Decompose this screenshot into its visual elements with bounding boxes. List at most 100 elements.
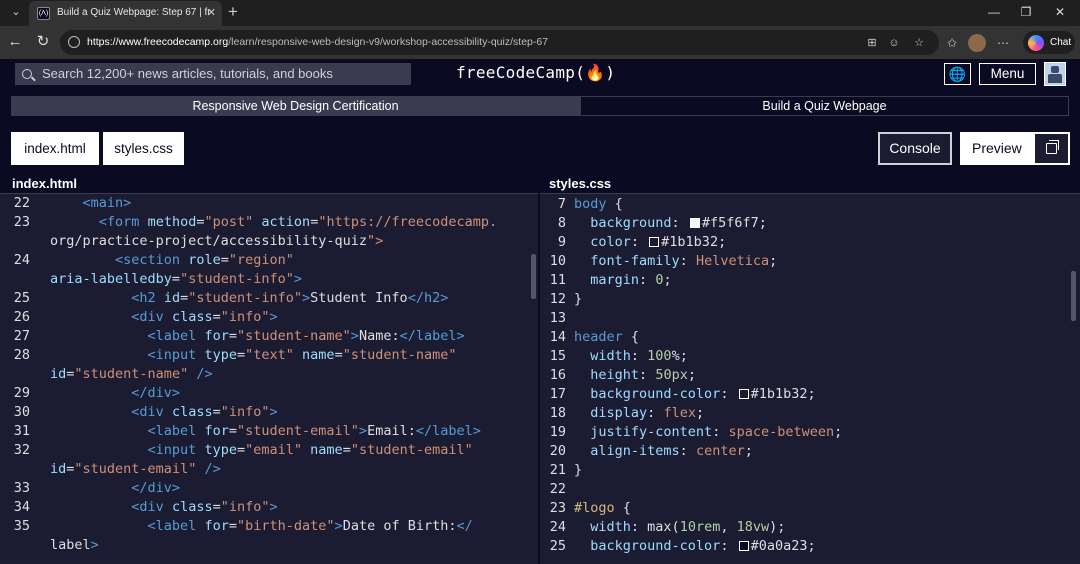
restore-icon[interactable]: ❐ xyxy=(1016,2,1036,22)
css-code-line[interactable]: 7 body { xyxy=(540,195,1080,214)
css-code-line[interactable]: 8 background: #f5f6f7; xyxy=(540,214,1080,233)
fcc-favicon-icon: (Λ) xyxy=(37,7,50,20)
preview-button[interactable]: Preview xyxy=(960,132,1070,165)
css-editor-title: styles.css xyxy=(540,174,1080,194)
close-tab-icon[interactable]: ✕ xyxy=(207,1,216,25)
html-code-line[interactable]: 22 <main> xyxy=(0,194,538,213)
html-code-line[interactable]: 29 </div> xyxy=(0,384,538,403)
color-swatch[interactable] xyxy=(738,541,749,551)
browser-tab-strip: ⌄ (Λ) Build a Quiz Webpage: Step 67 | fr… xyxy=(0,0,1080,26)
line-content: } xyxy=(574,462,583,478)
breadcrumb-certification[interactable]: Responsive Web Design Certification xyxy=(11,96,592,116)
extension-icon[interactable]: ☺ xyxy=(886,35,902,51)
window-close-icon[interactable]: ✕ xyxy=(1050,2,1070,22)
address-bar[interactable]: https://www.freecodecamp.org/learn/respo… xyxy=(60,30,939,55)
menu-button[interactable]: Menu xyxy=(979,63,1036,85)
css-code-line[interactable]: 10 font-family: Helvetica; xyxy=(540,252,1080,271)
line-content: <h2 id="student-info">Student Info</h2> xyxy=(131,290,449,306)
line-content: body { xyxy=(574,196,623,212)
line-number: 17 xyxy=(549,386,566,402)
user-avatar[interactable] xyxy=(1044,62,1066,86)
css-code-line[interactable]: 25 background-color: #0a0a23; xyxy=(540,537,1080,556)
reload-icon[interactable]: ↻ xyxy=(34,33,52,51)
html-code-line[interactable]: org/practice-project/accessibility-quiz"… xyxy=(0,232,538,251)
html-code-line[interactable]: 23 <form method="post" action="https://f… xyxy=(0,213,538,232)
line-content: <div class="info"> xyxy=(131,404,278,420)
file-tab-index-html[interactable]: index.html xyxy=(11,132,99,165)
line-content: width: max(10rem, 18vw); xyxy=(590,519,786,535)
line-content: color: #1b1b32; xyxy=(590,234,727,250)
css-code-line[interactable]: 12} xyxy=(540,290,1080,309)
line-content: justify-content: space-between; xyxy=(590,424,843,440)
favorites-icon[interactable]: ✩ xyxy=(943,34,961,52)
css-code-line[interactable]: 21} xyxy=(540,461,1080,480)
html-code-line[interactable]: 30 <div class="info"> xyxy=(0,403,538,422)
app-available-icon[interactable]: ⊞ xyxy=(864,35,880,51)
browser-tab[interactable]: (Λ) Build a Quiz Webpage: Step 67 | fr ✕ xyxy=(29,1,222,26)
css-editor-scrollbar[interactable] xyxy=(1071,271,1076,321)
html-code[interactable]: 22 <main> 23 <form method="post" action="… xyxy=(0,194,538,555)
line-content: <label for="birth-date">Date of Birth:</ xyxy=(147,518,473,534)
html-code-line[interactable]: 33 </div> xyxy=(0,479,538,498)
back-arrow-icon[interactable]: ← xyxy=(6,33,24,51)
console-button[interactable]: Console xyxy=(878,132,952,165)
html-code-line[interactable]: 24 <section role="region" xyxy=(0,251,538,270)
css-code-line[interactable]: 13 xyxy=(540,309,1080,328)
html-code-line[interactable]: 28 <input type="text" name="student-name… xyxy=(0,346,538,365)
preview-window-icon xyxy=(1035,134,1068,163)
css-code-line[interactable]: 11 margin: 0; xyxy=(540,271,1080,290)
more-icon[interactable]: ⋯ xyxy=(994,34,1012,52)
css-code-line[interactable]: 20 align-items: center; xyxy=(540,442,1080,461)
html-code-line[interactable]: label> xyxy=(0,536,538,555)
html-editor-pane[interactable]: index.html 22 <main> 23 <form method="pos… xyxy=(0,174,538,564)
profile-avatar[interactable] xyxy=(968,34,986,52)
css-code-line[interactable]: 17 background-color: #1b1b32; xyxy=(540,385,1080,404)
css-code-line[interactable]: 9 color: #1b1b32; xyxy=(540,233,1080,252)
color-swatch[interactable] xyxy=(738,389,749,399)
line-content: aria-labelledby="student-info"> xyxy=(50,271,302,287)
css-code-line[interactable]: 23 #logo { xyxy=(540,499,1080,518)
minimize-icon[interactable]: — xyxy=(984,2,1004,22)
html-editor-scrollbar[interactable] xyxy=(531,254,536,299)
search-bar[interactable]: Search 12,200+ news articles, tutorials,… xyxy=(15,63,411,85)
html-code-line[interactable]: 35 <label for="birth-date">Date of Birth… xyxy=(0,517,538,536)
css-editor-pane[interactable]: styles.css 7 body {8 background: #f5f6f7;… xyxy=(540,174,1080,564)
line-content: header { xyxy=(574,329,640,345)
fcc-logo[interactable]: freeCodeCamp(🔥) xyxy=(456,59,615,87)
html-code-line[interactable]: id="student-email" /> xyxy=(0,460,538,479)
line-number: 27 xyxy=(13,328,30,344)
css-code-line[interactable]: 22 xyxy=(540,480,1080,499)
css-code-line[interactable]: 18 display: flex; xyxy=(540,404,1080,423)
html-code-line[interactable]: 31 <label for="student-email">Email:</la… xyxy=(0,422,538,441)
tab-list-chevron-icon[interactable]: ⌄ xyxy=(6,3,26,21)
css-code-line[interactable]: 15 width: 100%; xyxy=(540,347,1080,366)
line-content: </div> xyxy=(131,480,181,496)
html-code-line[interactable]: 27 <label for="student-name">Name:</labe… xyxy=(0,327,538,346)
html-code-line[interactable]: 32 <input type="email" name="student-ema… xyxy=(0,441,538,460)
css-code-line[interactable]: 19 justify-content: space-between; xyxy=(540,423,1080,442)
css-code-line[interactable]: 16 height: 50px; xyxy=(540,366,1080,385)
browser-toolbar: ← ↻ https://www.freecodecamp.org/learn/r… xyxy=(0,26,1080,59)
html-code-line[interactable]: 25 <h2 id="student-info">Student Info</h… xyxy=(0,289,538,308)
color-swatch[interactable] xyxy=(689,218,700,228)
css-code-line[interactable]: 24 width: max(10rem, 18vw); xyxy=(540,518,1080,537)
color-swatch[interactable] xyxy=(649,237,660,247)
language-globe-icon[interactable]: 🌐 xyxy=(944,63,971,85)
breadcrumb-workshop[interactable]: Build a Quiz Webpage xyxy=(580,96,1069,116)
site-info-icon[interactable] xyxy=(68,36,80,48)
search-input[interactable]: Search 12,200+ news articles, tutorials,… xyxy=(42,63,333,85)
html-code-line[interactable]: 26 <div class="info"> xyxy=(0,308,538,327)
line-content: org/practice-project/accessibility-quiz"… xyxy=(50,233,384,249)
css-code[interactable]: 7 body {8 background: #f5f6f7; 9 color: #1… xyxy=(540,194,1080,556)
css-code-line[interactable]: 14 header { xyxy=(540,328,1080,347)
file-tab-styles-css[interactable]: styles.css xyxy=(103,132,184,165)
line-number: 24 xyxy=(549,519,566,535)
favorite-star-icon[interactable]: ☆ xyxy=(911,35,927,51)
new-tab-plus-icon[interactable]: + xyxy=(228,2,238,22)
copilot-chat-button[interactable]: Chat xyxy=(1023,31,1075,54)
html-code-line[interactable]: 34 <div class="info"> xyxy=(0,498,538,517)
line-content: #logo { xyxy=(574,500,631,516)
html-code-line[interactable]: aria-labelledby="student-info"> xyxy=(0,270,538,289)
line-content: height: 50px; xyxy=(590,367,696,383)
html-code-line[interactable]: id="student-name" /> xyxy=(0,365,538,384)
